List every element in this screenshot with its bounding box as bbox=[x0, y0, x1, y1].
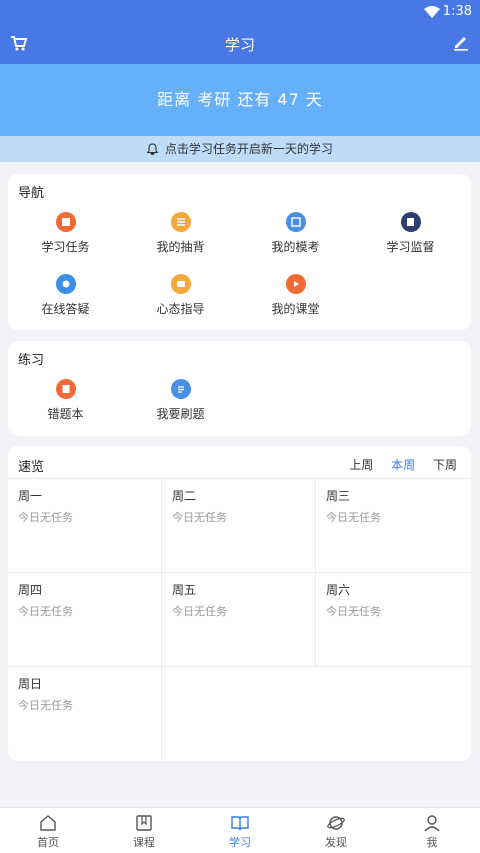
tab-discover[interactable]: 发现 bbox=[288, 814, 384, 850]
practice-mistake-book[interactable]: 错题本 bbox=[8, 379, 123, 422]
drill-icon bbox=[170, 379, 191, 399]
mistake-book-icon bbox=[55, 379, 76, 399]
day-cell-mon[interactable]: 周一 今日无任务 bbox=[8, 478, 162, 572]
tab-profile[interactable]: 我 bbox=[384, 814, 480, 850]
wifi-icon bbox=[424, 6, 440, 18]
tip-text: 点击学习任务开启新一天的学习 bbox=[164, 142, 333, 156]
nav-supervision[interactable]: 学习监督 bbox=[353, 212, 468, 255]
overview-card: 速览 上周 本周 下周 周一 今日无任务 周二 今日无任务 周三 今日无任务 周… bbox=[8, 446, 471, 761]
day-cell-sun[interactable]: 周日 今日无任务 bbox=[8, 666, 162, 760]
mock-exam-icon bbox=[285, 212, 306, 232]
nav-classroom[interactable]: 我的课堂 bbox=[238, 274, 353, 317]
status-time: 1:38 bbox=[442, 4, 472, 19]
online-qa-icon bbox=[55, 274, 76, 294]
status-bar: 1:38 bbox=[0, 0, 480, 24]
nav-recitation[interactable]: 我的抽背 bbox=[123, 212, 238, 255]
bell-icon bbox=[146, 143, 159, 156]
week-switch: 上周 本周 下周 bbox=[335, 456, 457, 473]
mindset-icon bbox=[170, 274, 191, 294]
study-icon bbox=[231, 816, 249, 831]
discover-icon bbox=[327, 816, 345, 830]
day-cell-fri[interactable]: 周五 今日无任务 bbox=[162, 572, 316, 666]
supervision-icon bbox=[400, 212, 421, 232]
empty-cell bbox=[162, 666, 471, 760]
bottom-tab-bar: 首页 课程 学习 发现 我 bbox=[0, 807, 480, 853]
tab-home[interactable]: 首页 bbox=[0, 814, 96, 850]
nav-title: 导航 bbox=[18, 186, 45, 201]
current-week-tab[interactable]: 本周 bbox=[391, 458, 415, 472]
study-tasks-icon bbox=[55, 212, 76, 232]
tab-course[interactable]: 课程 bbox=[96, 814, 192, 850]
app-bar: 学习 bbox=[0, 24, 480, 64]
home-icon bbox=[40, 815, 56, 831]
edit-icon[interactable] bbox=[452, 33, 470, 51]
prev-week-tab[interactable]: 上周 bbox=[349, 458, 373, 472]
day-cell-wed[interactable]: 周三 今日无任务 bbox=[316, 478, 471, 572]
practice-card: 练习 错题本 我要刷题 bbox=[8, 341, 471, 436]
practice-drill[interactable]: 我要刷题 bbox=[123, 379, 238, 422]
recitation-icon bbox=[170, 212, 191, 232]
course-icon bbox=[136, 815, 152, 831]
tip-bar[interactable]: 点击学习任务开启新一天的学习 bbox=[0, 136, 480, 162]
nav-mock-exam[interactable]: 我的模考 bbox=[238, 212, 353, 255]
practice-title: 练习 bbox=[18, 353, 45, 368]
classroom-icon bbox=[285, 274, 306, 294]
day-cell-tue[interactable]: 周二 今日无任务 bbox=[162, 478, 316, 572]
profile-icon bbox=[424, 815, 440, 832]
nav-online-qa[interactable]: 在线答疑 bbox=[8, 274, 123, 317]
day-cell-thu[interactable]: 周四 今日无任务 bbox=[8, 572, 162, 666]
nav-study-tasks[interactable]: 学习任务 bbox=[8, 212, 123, 255]
nav-card: 导航 学习任务 我的抽背 我的模考 学习监督 在线答疑 心态指导 我的课堂 bbox=[8, 174, 471, 330]
nav-mindset[interactable]: 心态指导 bbox=[123, 274, 238, 317]
next-week-tab[interactable]: 下周 bbox=[433, 458, 457, 472]
countdown-banner: 距离 考研 还有 47 天 bbox=[0, 64, 480, 136]
tab-study[interactable]: 学习 bbox=[192, 814, 288, 850]
page-title: 学习 bbox=[224, 36, 255, 54]
overview-title: 速览 bbox=[18, 460, 45, 475]
day-cell-sat[interactable]: 周六 今日无任务 bbox=[316, 572, 471, 666]
